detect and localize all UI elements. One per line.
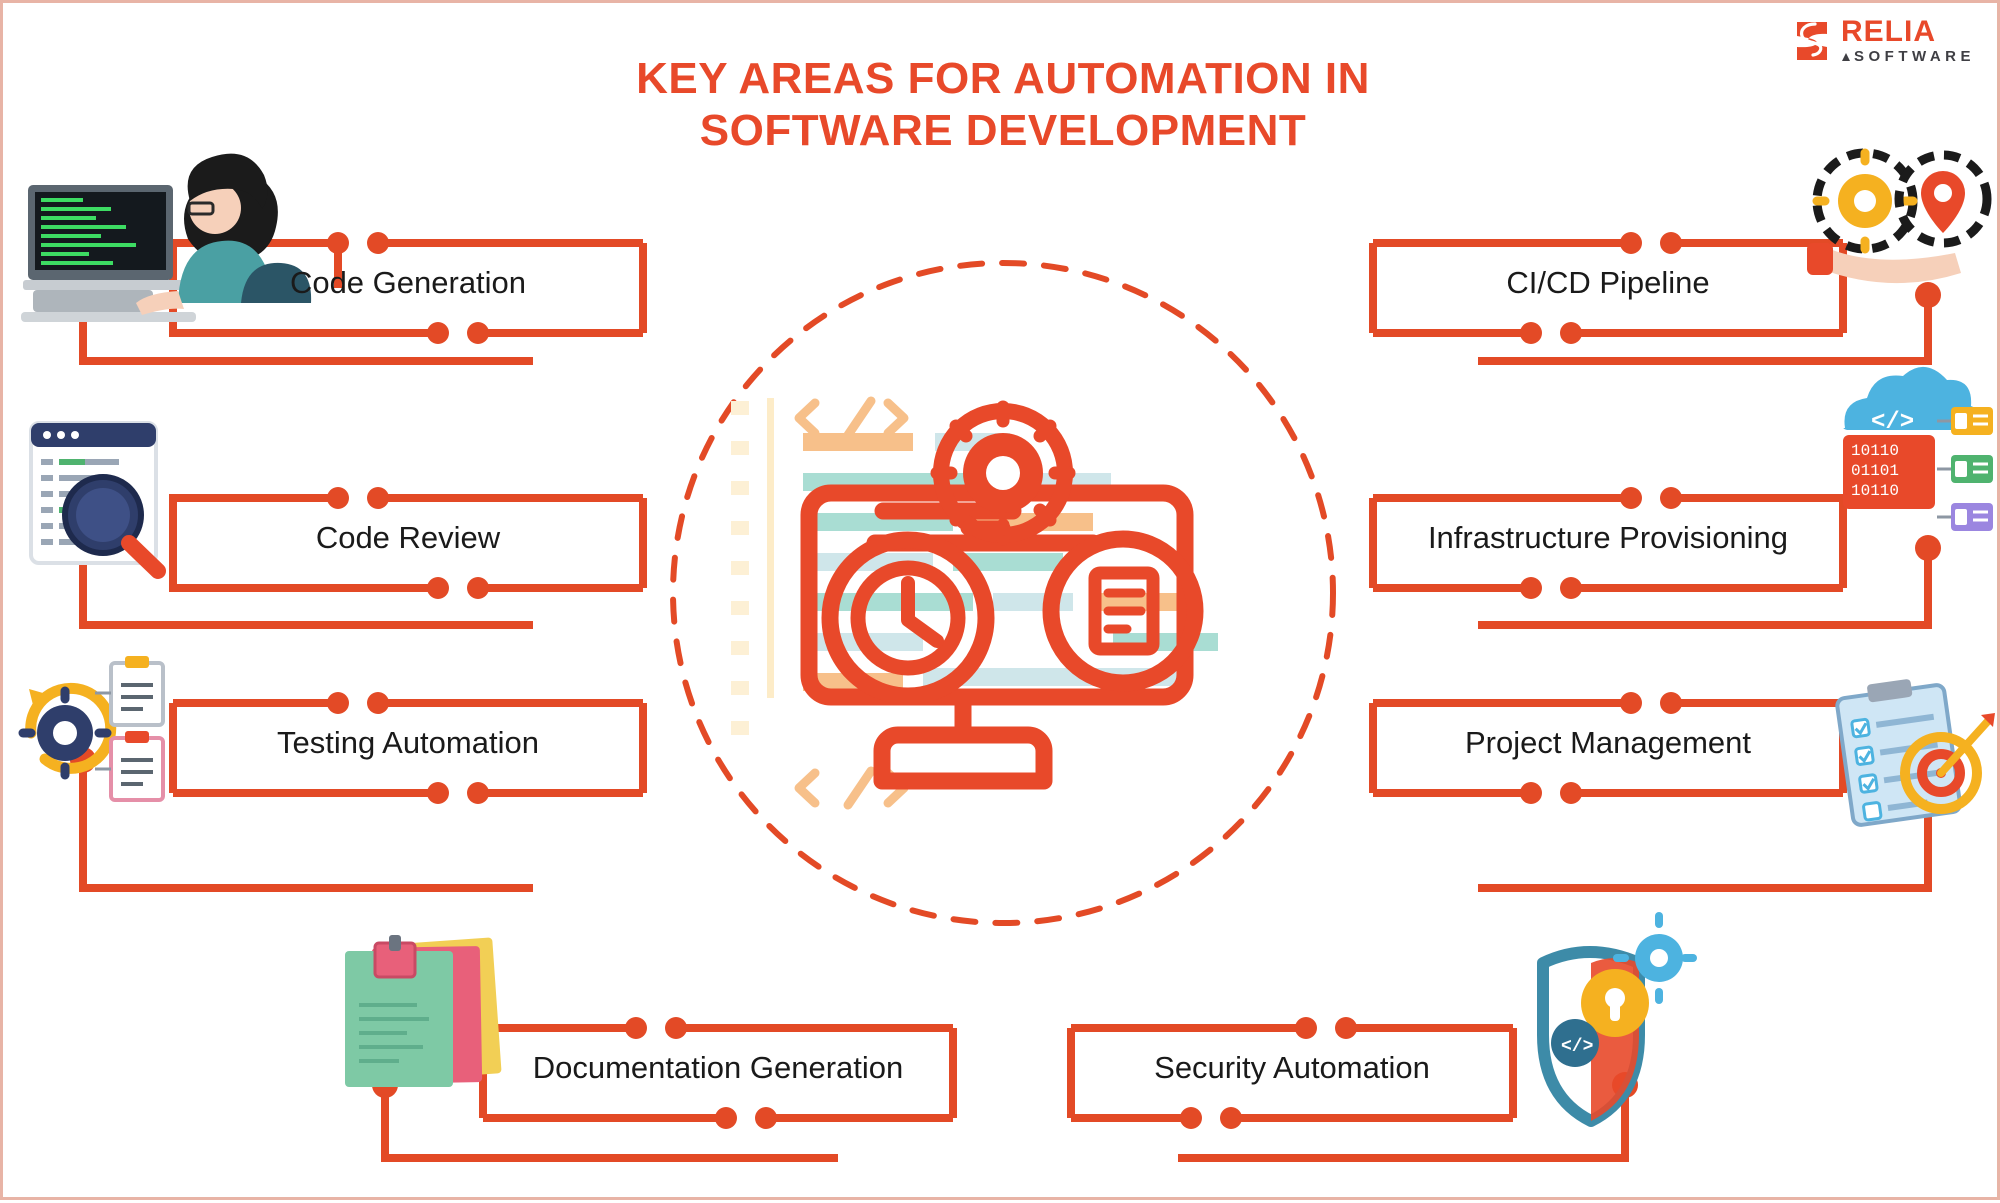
gap-dot: [327, 692, 349, 714]
cloud-infrastructure-icon: </> 10110 01101 10110: [1843, 366, 1993, 531]
gap-dot: [1660, 487, 1682, 509]
gap-dot: [427, 322, 449, 344]
node-project-management[interactable]: [1369, 674, 1995, 892]
gap-dot: [1520, 577, 1542, 599]
gap-dot: [715, 1107, 737, 1129]
label-code-generation: Code Generation: [289, 265, 527, 300]
label-infrastructure-provisioning: Infrastructure Provisioning: [1427, 520, 1789, 555]
connector-diagram: </> 10110 01101 10110 </>: [18, 148, 1995, 1162]
gap-dot: [1620, 487, 1642, 509]
node-security-automation[interactable]: </>: [1067, 912, 1697, 1162]
testing-checklist-gear-icon: [18, 656, 165, 802]
gap-dot: [467, 322, 489, 344]
gap-dot: [467, 782, 489, 804]
gap-dot: [1180, 1107, 1202, 1129]
node-infrastructure-provisioning[interactable]: </> 10110 01101 10110: [1369, 366, 1993, 629]
documents-stack-icon: [345, 935, 502, 1087]
gap-dot: [755, 1107, 777, 1129]
security-shield-lock-icon: </>: [1537, 912, 1697, 1127]
svg-text:</>: </>: [1561, 1037, 1593, 1057]
gap-dot: [1660, 232, 1682, 254]
gap-dot: [1220, 1107, 1242, 1129]
gap-dot: [1560, 322, 1582, 344]
infographic-canvas: RELIA SOFTWARE KEY AREAS FOR AUTOMATION …: [0, 0, 2000, 1200]
gap-dot: [625, 1017, 647, 1039]
connector-dot: [1915, 535, 1941, 561]
monitor-base: [873, 726, 1053, 790]
label-project-management: Project Management: [1464, 725, 1752, 760]
gap-dot: [367, 232, 389, 254]
gap-dot: [1560, 782, 1582, 804]
cicd-gear-pin-hand-icon: [1807, 148, 1992, 284]
node-testing-automation[interactable]: [18, 656, 647, 892]
gap-dot: [1620, 692, 1642, 714]
node-documentation-generation[interactable]: [345, 935, 957, 1162]
gap-dot: [1660, 692, 1682, 714]
label-testing-automation: Testing Automation: [277, 725, 539, 760]
clock-icon: [821, 531, 995, 705]
gap-dot: [427, 577, 449, 599]
gap-dot: [327, 487, 349, 509]
code-brackets-icon: [794, 396, 909, 440]
gap-dot: [1560, 577, 1582, 599]
gap-dot: [1520, 322, 1542, 344]
gap-dot: [467, 577, 489, 599]
gap-dot: [1620, 232, 1642, 254]
label-documentation-generation: Documentation Generation: [532, 1050, 904, 1085]
label-security-automation: Security Automation: [1154, 1050, 1430, 1085]
gap-dot: [367, 692, 389, 714]
project-clipboard-target-icon: [1835, 679, 1995, 827]
gear-icon: [930, 400, 1076, 546]
gap-dot: [367, 487, 389, 509]
gap-dot: [1520, 782, 1542, 804]
gap-dot: [327, 232, 349, 254]
connector-dot: [1915, 282, 1941, 308]
automation-monitor-illustration: [731, 396, 1218, 810]
svg-text:10110: 10110: [1851, 442, 1899, 460]
svg-text:01101: 01101: [1851, 462, 1899, 480]
node-code-generation[interactable]: [21, 153, 647, 365]
code-review-magnifier-icon: [29, 421, 166, 579]
node-cicd-pipeline[interactable]: [1369, 148, 1992, 365]
label-code-review: Code Review: [315, 520, 501, 555]
gap-dot: [427, 782, 449, 804]
gap-dot: [1335, 1017, 1357, 1039]
gap-dot: [1295, 1017, 1317, 1039]
gap-dot: [665, 1017, 687, 1039]
label-cicd-pipeline: CI/CD Pipeline: [1506, 265, 1710, 300]
svg-text:10110: 10110: [1851, 482, 1899, 500]
svg-text:</>: </>: [1871, 409, 1914, 436]
